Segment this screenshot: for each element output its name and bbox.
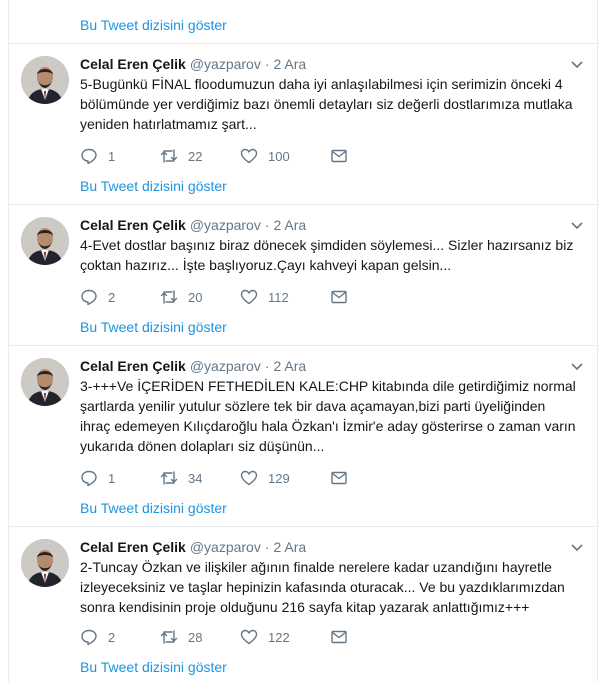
envelope-icon [331, 630, 347, 644]
chevron-down-icon[interactable] [569, 358, 585, 374]
author-handle[interactable]: @yazparov [190, 56, 261, 72]
retweet-icon[interactable]: ⇅ [157, 0, 233, 4]
heart-icon [240, 289, 258, 305]
message-button[interactable] [330, 288, 410, 306]
like-count: 129 [268, 470, 290, 486]
like-count: 122 [268, 629, 290, 645]
heart-icon [240, 470, 258, 486]
tweet-text: 3-+++Ve İÇERİDEN FETHEDİLEN KALE:CHP kit… [80, 378, 576, 454]
retweet-count: 28 [188, 629, 203, 645]
reply-button[interactable]: 1 [80, 469, 160, 487]
retweet-icon [160, 149, 178, 163]
chevron-down-icon[interactable] [569, 539, 585, 555]
tweet-header: Celal Eren Çelik @yazparov · 2 Ara [80, 357, 587, 375]
separator-dot: · [264, 539, 270, 555]
like-button[interactable]: 100 [240, 147, 330, 165]
tweet-actions: 2 20 112 [80, 287, 410, 307]
message-button[interactable] [330, 147, 410, 165]
retweet-icon [160, 290, 178, 304]
retweet-icon [160, 630, 178, 644]
heart-icon [240, 629, 258, 645]
avatar[interactable] [21, 358, 69, 406]
like-button[interactable]: 112 [240, 288, 330, 306]
tweet-actions: 2 28 122 [80, 627, 410, 647]
author-handle[interactable]: @yazparov [190, 539, 261, 555]
tweet-text: 4-Evet dostlar başınız biraz dönecek şim… [80, 237, 574, 273]
retweet-count: 22 [188, 148, 203, 164]
reply-count: 2 [108, 629, 116, 645]
show-thread-link[interactable]: Bu Tweet dizisini göster [80, 178, 227, 194]
timeline: ○ ⇅ ♡ Bu Tweet dizisini göster Celal Ere… [8, 0, 598, 682]
partial-actions: ○ ⇅ ♡ [81, 0, 309, 4]
retweet-button[interactable]: 20 [160, 288, 240, 306]
separator-dot: · [264, 56, 270, 72]
envelope-icon [331, 290, 347, 304]
tweet-date[interactable]: 2 Ara [274, 358, 307, 374]
tweet-actions: 1 22 100 [80, 146, 410, 166]
avatar[interactable] [21, 217, 69, 265]
envelope-icon [331, 471, 347, 485]
reply-count: 1 [108, 470, 116, 486]
message-button[interactable] [330, 628, 410, 646]
show-thread-link[interactable]: Bu Tweet dizisini göster [80, 659, 227, 675]
like-count: 100 [268, 148, 290, 164]
separator-dot: · [264, 217, 270, 233]
reply-button[interactable]: 2 [80, 288, 160, 306]
tweet-date[interactable]: 2 Ara [274, 539, 307, 555]
author-name[interactable]: Celal Eren Çelik [80, 358, 186, 374]
retweet-count: 20 [188, 289, 203, 305]
reply-icon [81, 629, 97, 646]
retweet-icon [160, 471, 178, 485]
retweet-button[interactable]: 34 [160, 469, 240, 487]
tweet-actions: 1 34 129 [80, 468, 410, 488]
tweet-header: Celal Eren Çelik @yazparov · 2 Ara [80, 538, 587, 556]
tweet-header: Celal Eren Çelik @yazparov · 2 Ara [80, 216, 587, 234]
tweet-text: 2-Tuncay Özkan ve ilişkiler ağının final… [80, 559, 565, 615]
show-thread-link[interactable]: Bu Tweet dizisini göster [80, 500, 227, 516]
tweet-partial: ○ ⇅ ♡ Bu Tweet dizisini göster [9, 0, 597, 44]
reply-icon [81, 470, 97, 487]
reply-icon [81, 289, 97, 306]
reply-button[interactable]: 2 [80, 628, 160, 646]
reply-count: 2 [108, 289, 116, 305]
message-button[interactable] [330, 469, 410, 487]
heart-icon [240, 148, 258, 164]
retweet-button[interactable]: 22 [160, 147, 240, 165]
avatar[interactable] [21, 539, 69, 587]
author-handle[interactable]: @yazparov [190, 358, 261, 374]
retweet-count: 34 [188, 470, 203, 486]
tweet-date[interactable]: 2 Ara [274, 217, 307, 233]
separator-dot: · [264, 358, 270, 374]
author-name[interactable]: Celal Eren Çelik [80, 539, 186, 555]
show-thread-link[interactable]: Bu Tweet dizisini göster [80, 17, 227, 33]
author-name[interactable]: Celal Eren Çelik [80, 56, 186, 72]
tweet[interactable]: Celal Eren Çelik @yazparov · 2 Ara 4-Evet d… [9, 205, 597, 346]
like-button[interactable]: 129 [240, 469, 330, 487]
reply-icon [81, 148, 97, 165]
heart-icon[interactable]: ♡ [233, 0, 309, 4]
avatar[interactable] [21, 56, 69, 104]
reply-button[interactable]: 1 [80, 147, 160, 165]
tweet-date[interactable]: 2 Ara [274, 56, 307, 72]
like-count: 112 [268, 289, 289, 305]
retweet-button[interactable]: 28 [160, 628, 240, 646]
chevron-down-icon[interactable] [569, 56, 585, 72]
show-thread-link[interactable]: Bu Tweet dizisini göster [80, 319, 227, 335]
reply-count: 1 [108, 148, 116, 164]
tweet[interactable]: Celal Eren Çelik @yazparov · 2 Ara 2-Tuncay… [9, 527, 597, 682]
chevron-down-icon[interactable] [569, 217, 585, 233]
tweet-text: 5-Bugünkü FİNAL floodumuzun daha iyi anl… [80, 76, 573, 132]
tweet[interactable]: Celal Eren Çelik @yazparov · 2 Ara 3-+++Ve … [9, 346, 597, 527]
tweet[interactable]: Celal Eren Çelik @yazparov · 2 Ara 5-Bugünk… [9, 44, 597, 205]
author-handle[interactable]: @yazparov [190, 217, 261, 233]
reply-icon[interactable]: ○ [81, 0, 157, 4]
tweet-header: Celal Eren Çelik @yazparov · 2 Ara [80, 55, 587, 73]
like-button[interactable]: 122 [240, 628, 330, 646]
author-name[interactable]: Celal Eren Çelik [80, 217, 186, 233]
envelope-icon [331, 149, 347, 163]
